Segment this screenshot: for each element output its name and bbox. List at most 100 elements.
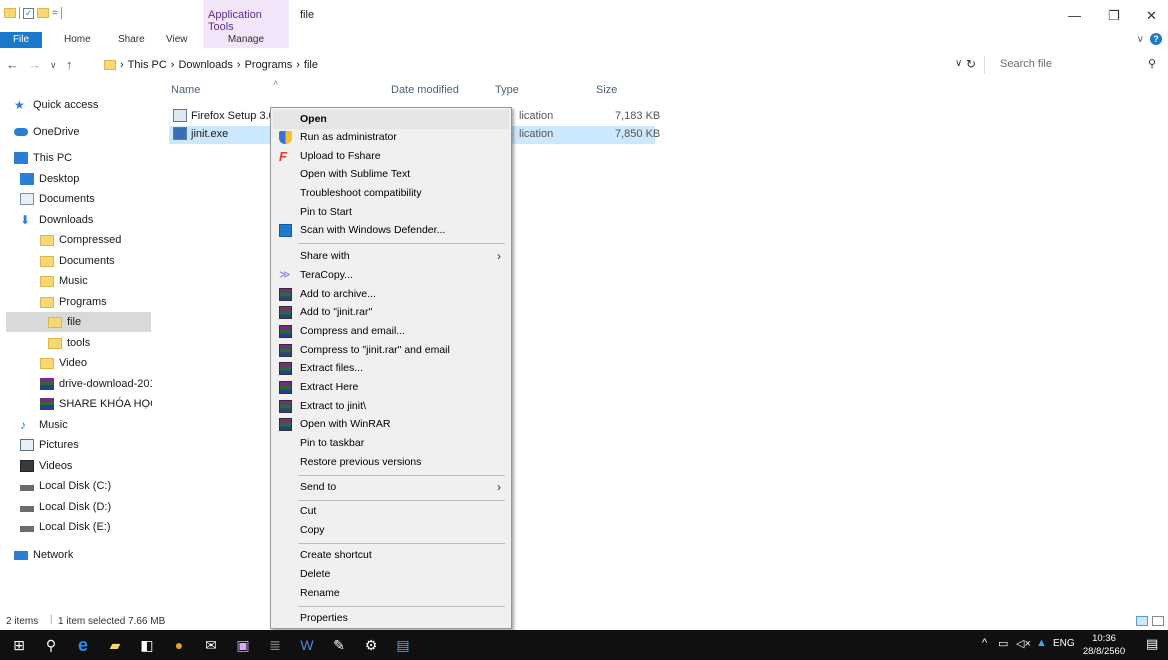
nav-desktop[interactable]: Desktop: [20, 169, 79, 189]
nav-quick-access[interactable]: ★ Quick access: [14, 95, 98, 115]
breadcrumb-programs[interactable]: Programs: [245, 59, 293, 71]
drive-sync-icon[interactable]: ▲: [1036, 637, 1047, 649]
menu-item-add-to-archive[interactable]: Add to archive...: [273, 285, 509, 304]
customize-toolbar-icon[interactable]: =: [52, 8, 58, 19]
close-button[interactable]: ✕: [1146, 8, 1157, 24]
nav-video-folder[interactable]: Video: [40, 353, 87, 373]
menu-item-upload-to-fshare[interactable]: F Upload to Fshare: [273, 147, 509, 166]
edge-icon[interactable]: e: [74, 636, 92, 654]
details-view-icon[interactable]: [1136, 616, 1148, 626]
nav-onedrive[interactable]: OneDrive: [14, 122, 79, 142]
menu-item-copy[interactable]: Copy: [273, 521, 509, 540]
menu-item-cut[interactable]: Cut: [273, 502, 509, 521]
nav-file[interactable]: file: [6, 312, 151, 332]
menu-item-extract-files[interactable]: Extract files...: [273, 359, 509, 378]
menu-item-extract-here[interactable]: Extract Here: [273, 378, 509, 397]
nav-videos[interactable]: Videos: [20, 456, 72, 476]
menu-item-troubleshoot[interactable]: Troubleshoot compatibility: [273, 184, 509, 203]
paint-icon[interactable]: ✎: [330, 636, 348, 654]
menu-item-compress-to-rar-and-email[interactable]: Compress to "jinit.rar" and email: [273, 341, 509, 360]
nav-pictures[interactable]: Pictures: [20, 435, 79, 455]
menu-item-pin-to-taskbar[interactable]: Pin to taskbar: [273, 434, 509, 453]
menu-item-share-with[interactable]: Share with ›: [273, 247, 509, 266]
nav-music-folder[interactable]: Music: [40, 271, 88, 291]
app-icon[interactable]: ▣: [234, 636, 252, 654]
menu-item-restore-previous-versions[interactable]: Restore previous versions: [273, 453, 509, 472]
nav-local-disk-d[interactable]: Local Disk (D:): [20, 497, 111, 517]
forward-icon[interactable]: →: [28, 57, 41, 72]
menu-item-teracopy[interactable]: ≫ TeraCopy...: [273, 266, 509, 285]
nav-local-disk-e[interactable]: Local Disk (E:): [20, 517, 111, 537]
nav-downloads[interactable]: ⬇ Downloads: [20, 210, 93, 230]
volume-icon[interactable]: ◁×: [1016, 637, 1031, 650]
menu-item-send-to[interactable]: Send to ›: [273, 478, 509, 497]
nav-documents[interactable]: Documents: [20, 189, 95, 209]
column-header-type[interactable]: Type: [495, 84, 519, 96]
mail-icon[interactable]: ✉: [202, 636, 220, 654]
breadcrumb-this-pc[interactable]: This PC: [128, 59, 167, 71]
word-icon[interactable]: W: [298, 636, 316, 654]
language-indicator[interactable]: ENG: [1053, 638, 1075, 649]
nav-network[interactable]: Network: [14, 545, 73, 565]
clock-date: 28/8/2560: [1082, 646, 1126, 657]
menu-item-add-to-jinit-rar[interactable]: Add to "jinit.rar": [273, 303, 509, 322]
remote-desktop-icon[interactable]: ▤: [394, 636, 412, 654]
address-bar[interactable]: › This PC › Downloads › Programs › file: [104, 56, 982, 74]
menu-item-rename[interactable]: Rename: [273, 584, 509, 603]
nav-local-disk-c[interactable]: Local Disk (C:): [20, 476, 111, 496]
nav-this-pc[interactable]: This PC: [14, 148, 72, 168]
maximize-button[interactable]: ❐: [1108, 8, 1120, 24]
properties-icon[interactable]: ✓: [23, 7, 34, 19]
column-header-name[interactable]: Name: [171, 84, 200, 96]
minimize-button[interactable]: —: [1068, 8, 1081, 23]
menu-item-compress-and-email[interactable]: Compress and email...: [273, 322, 509, 341]
tab-manage[interactable]: Manage: [203, 32, 289, 48]
network-tray-icon[interactable]: ▭: [998, 637, 1008, 650]
collapse-ribbon-icon[interactable]: ∨: [1137, 34, 1144, 45]
back-icon[interactable]: ←: [6, 57, 19, 72]
database-icon[interactable]: ≣: [266, 636, 284, 654]
show-hidden-icons-icon[interactable]: ^: [982, 637, 987, 649]
menu-item-scan-defender[interactable]: Scan with Windows Defender...: [273, 221, 509, 240]
notifications-icon[interactable]: ▤: [1146, 636, 1158, 652]
help-icon[interactable]: ?: [1150, 33, 1162, 45]
search-icon[interactable]: ⚲: [42, 636, 60, 654]
tab-view[interactable]: View: [166, 32, 188, 48]
nav-music[interactable]: ♪ Music: [20, 415, 68, 435]
menu-item-open-with-sublime[interactable]: Open with Sublime Text: [273, 165, 509, 184]
breadcrumb-file[interactable]: file: [304, 59, 318, 71]
nav-share-khoa-hoc[interactable]: SHARE KHÓA HỌC 1: [40, 394, 152, 414]
menu-item-create-shortcut[interactable]: Create shortcut: [273, 546, 509, 565]
nav-documents-folder[interactable]: Documents: [40, 251, 115, 271]
up-icon[interactable]: ↑: [66, 57, 73, 72]
large-icons-view-icon[interactable]: [1152, 616, 1164, 626]
menu-item-extract-to-jinit[interactable]: Extract to jinit\: [273, 397, 509, 416]
nav-compressed[interactable]: Compressed: [40, 230, 121, 250]
tab-file[interactable]: File: [0, 32, 42, 48]
chrome-icon[interactable]: ●: [170, 636, 188, 654]
clock[interactable]: 10:36 28/8/2560: [1079, 632, 1129, 658]
file-explorer-icon[interactable]: ▰: [106, 636, 124, 654]
nav-programs[interactable]: Programs: [40, 292, 107, 312]
refresh-icon[interactable]: ↻: [966, 57, 976, 71]
store-icon[interactable]: ◧: [138, 636, 156, 654]
recent-locations-icon[interactable]: ∨: [50, 60, 57, 71]
breadcrumb-downloads[interactable]: Downloads: [178, 59, 232, 71]
search-input[interactable]: Search file ⚲: [984, 56, 1162, 74]
tab-share[interactable]: Share: [118, 32, 145, 48]
new-folder-icon[interactable]: [37, 8, 49, 18]
search-icon[interactable]: ⚲: [1148, 57, 1156, 70]
menu-item-delete[interactable]: Delete: [273, 565, 509, 584]
windows-start-icon[interactable]: ⊞: [10, 636, 28, 654]
settings-gear-icon[interactable]: ⚙: [362, 636, 380, 654]
menu-item-open-with-winrar[interactable]: Open with WinRAR: [273, 415, 509, 434]
column-header-size[interactable]: Size: [596, 84, 617, 96]
column-header-date-modified[interactable]: Date modified: [391, 84, 459, 96]
nav-tools[interactable]: tools: [48, 333, 90, 353]
menu-item-run-as-administrator[interactable]: Run as administrator: [273, 128, 509, 147]
nav-drive-download[interactable]: drive-download-201: [40, 374, 152, 394]
tab-home[interactable]: Home: [64, 32, 91, 48]
menu-item-open[interactable]: Open: [273, 110, 509, 129]
menu-item-pin-to-start[interactable]: Pin to Start: [273, 203, 509, 222]
address-dropdown-icon[interactable]: ∨: [955, 58, 962, 69]
